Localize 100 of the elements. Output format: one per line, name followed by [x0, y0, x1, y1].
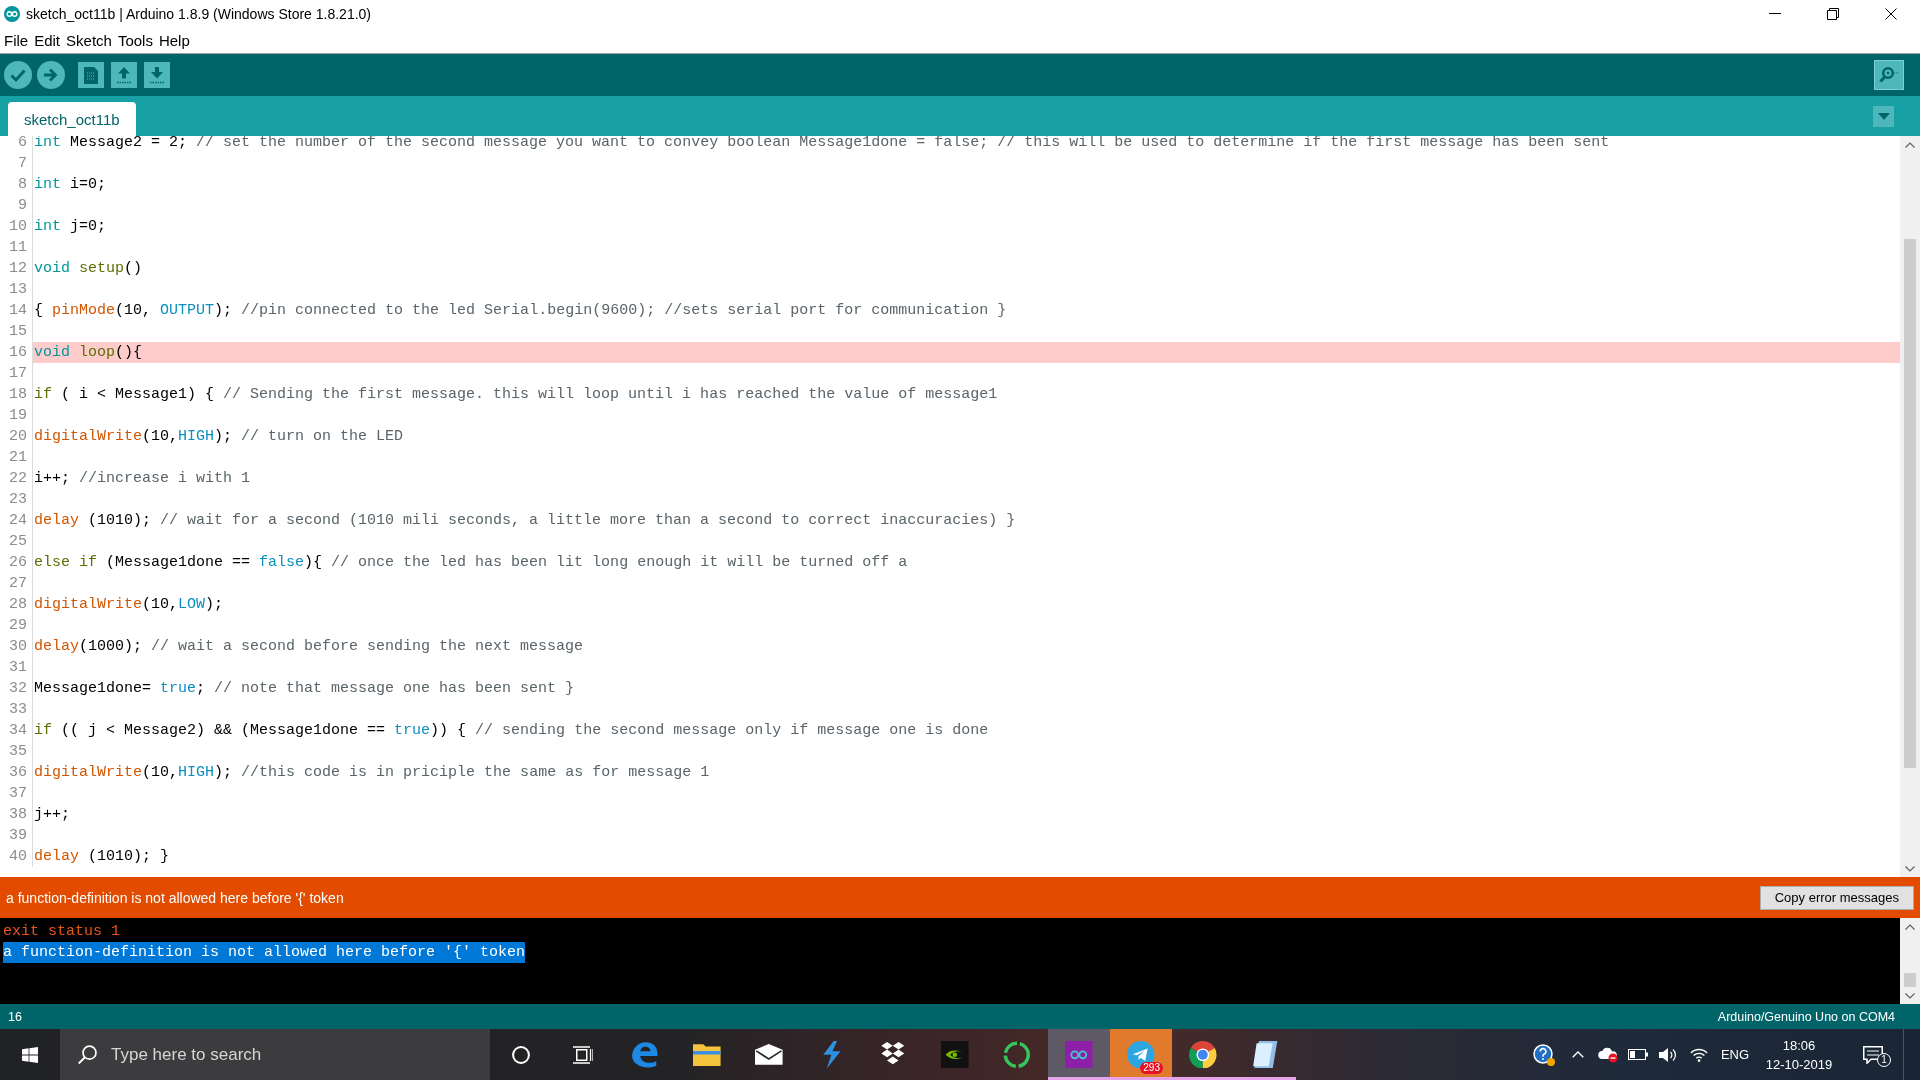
line-number: 30 — [9, 638, 27, 655]
verify-button[interactable] — [4, 61, 32, 89]
code-line: delay (1010); // wait for a second (1010 mili seconds, a little more than a second to correct inaccuracies) } — [34, 512, 1016, 529]
console-line: exit status 1 — [3, 922, 121, 942]
line-number: 39 — [9, 827, 27, 844]
line-number: 40 — [9, 848, 27, 865]
serial-monitor-button[interactable] — [1874, 60, 1904, 90]
line-number: 17 — [9, 365, 27, 382]
up-arrow-icon[interactable] — [116, 66, 132, 84]
line-number: 33 — [9, 701, 27, 718]
line-number: 35 — [9, 743, 27, 760]
envelope-icon[interactable] — [755, 1044, 783, 1065]
line-number: 37 — [9, 785, 27, 802]
line-number: 21 — [9, 449, 27, 466]
document-icon[interactable] — [84, 66, 98, 84]
scrollbar[interactable] — [1900, 918, 1920, 1004]
upload-button[interactable] — [37, 61, 65, 89]
code-line: i++; //increase i with 1 — [34, 470, 251, 487]
line-number: 23 — [9, 491, 27, 508]
line-number: 9 — [18, 197, 27, 214]
copy-error-messages-button[interactable]: Copy error messages — [1759, 885, 1914, 910]
menu-item[interactable]: Sketch — [63, 30, 115, 50]
line-number: 36 — [9, 764, 27, 781]
folder-icon[interactable] — [693, 1043, 721, 1066]
infinity-logo-icon[interactable] — [1065, 1040, 1093, 1069]
wifi-icon[interactable] — [1690, 1047, 1708, 1062]
task-view-icon[interactable] — [573, 1045, 593, 1064]
save-button[interactable] — [144, 62, 170, 88]
help-icon[interactable] — [1533, 1043, 1555, 1066]
caret-icon[interactable] — [1877, 112, 1890, 120]
line-number: 29 — [9, 617, 27, 634]
menu-item[interactable]: Help — [155, 30, 193, 50]
line-number: 19 — [9, 407, 27, 424]
code-line: Message1done= true; // note that message one has been sent } — [34, 680, 575, 697]
browser-logo-icon[interactable] — [631, 1040, 659, 1069]
search-field[interactable]: Type here to search — [60, 1029, 490, 1080]
clock-time[interactable]: 18:06 — [1782, 1037, 1816, 1053]
speaker-icon[interactable] — [1659, 1046, 1677, 1063]
code-line: delay (1010); } — [34, 848, 170, 865]
menu-item[interactable]: Edit — [31, 30, 64, 50]
battery-icon[interactable] — [1628, 1049, 1648, 1060]
down-arrow-icon[interactable] — [149, 66, 165, 84]
line-number: 18 — [9, 386, 27, 403]
line-number: 25 — [9, 533, 27, 550]
cloud-icon[interactable] — [1598, 1046, 1618, 1063]
tab-menu-button[interactable] — [1873, 105, 1894, 127]
board-port-label: Arduino/Genuino Uno on COM4 — [1717, 1009, 1895, 1024]
code-line: if (( j < Message2) && (Message1done == true)) { // sending the second message only if message one is done — [34, 722, 989, 739]
error-message: a function-definition is not allowed here before '{' token — [6, 889, 344, 906]
code-line: int i=0; — [34, 176, 107, 193]
new-button[interactable] — [78, 62, 104, 88]
right-arrow-icon[interactable] — [44, 68, 58, 82]
line-number: 13 — [9, 281, 27, 298]
chevron-up-icon[interactable] — [1572, 1051, 1584, 1058]
ring-icon[interactable] — [1003, 1040, 1031, 1069]
line-number: 16 — [9, 344, 27, 361]
line-number: 24 — [9, 512, 27, 529]
taskbar-button[interactable]: 293 — [1110, 1029, 1172, 1080]
code-line: digitalWrite(10,HIGH); //this code is in priciple the same as for message 1 — [34, 764, 710, 781]
cursor-line-number: 16 — [8, 1009, 22, 1024]
circle-logo-icon[interactable] — [1189, 1040, 1217, 1069]
magnifier-icon[interactable] — [1879, 66, 1899, 84]
check-icon[interactable] — [10, 68, 26, 82]
language-indicator[interactable]: ENG — [1720, 1047, 1750, 1062]
scrollbar-thumb[interactable] — [1904, 239, 1916, 768]
line-number: 20 — [9, 428, 27, 445]
line-number: 14 — [9, 302, 27, 319]
line-number: 22 — [9, 470, 27, 487]
menu-item[interactable]: File — [1, 30, 32, 50]
eye-logo-icon[interactable] — [941, 1040, 969, 1069]
notification-count[interactable]: 1 — [1877, 1053, 1891, 1067]
logo-icon — [4, 5, 20, 22]
line-number: 38 — [9, 806, 27, 823]
search-icon — [78, 1045, 98, 1065]
tab[interactable]: sketch_oct11b — [8, 102, 136, 136]
code-line: else if (Message1done == false){ // once the led has been lit long enough it will be turned off a — [34, 554, 908, 571]
line-number: 26 — [9, 554, 27, 571]
restore-icon[interactable] — [1827, 7, 1839, 20]
line-number: 7 — [18, 155, 27, 172]
page-icon[interactable] — [1252, 1040, 1278, 1069]
windows-icon[interactable] — [22, 1046, 38, 1063]
message-icon[interactable] — [1863, 1045, 1883, 1064]
window-title: sketch_oct11b | Arduino 1.8.9 (Windows Store 1.8.21.0) — [26, 5, 372, 22]
line-number: 11 — [9, 239, 27, 256]
close-icon[interactable] — [1885, 7, 1897, 20]
line-number: 28 — [9, 596, 27, 613]
scrollbar-thumb[interactable] — [1904, 973, 1916, 987]
code-line: if ( i < Message1) { // Sending the first message. this will loop until i has reached the value of message1 — [34, 386, 998, 403]
line-number: 8 — [18, 176, 27, 193]
code-line: digitalWrite(10,HIGH); // turn on the LED — [34, 428, 404, 445]
scrollbar[interactable] — [1900, 136, 1920, 877]
code-line: int j=0; — [34, 218, 107, 235]
line-number: 27 — [9, 575, 27, 592]
menu-item[interactable]: Tools — [114, 30, 156, 50]
clock-date[interactable]: 12-10-2019 — [1765, 1056, 1833, 1072]
code-line: j++; — [34, 806, 70, 823]
line-number: 34 — [9, 722, 27, 739]
code-line: void setup() — [34, 260, 143, 277]
open-button[interactable] — [111, 62, 137, 88]
code-line: void loop(){ — [34, 344, 143, 361]
